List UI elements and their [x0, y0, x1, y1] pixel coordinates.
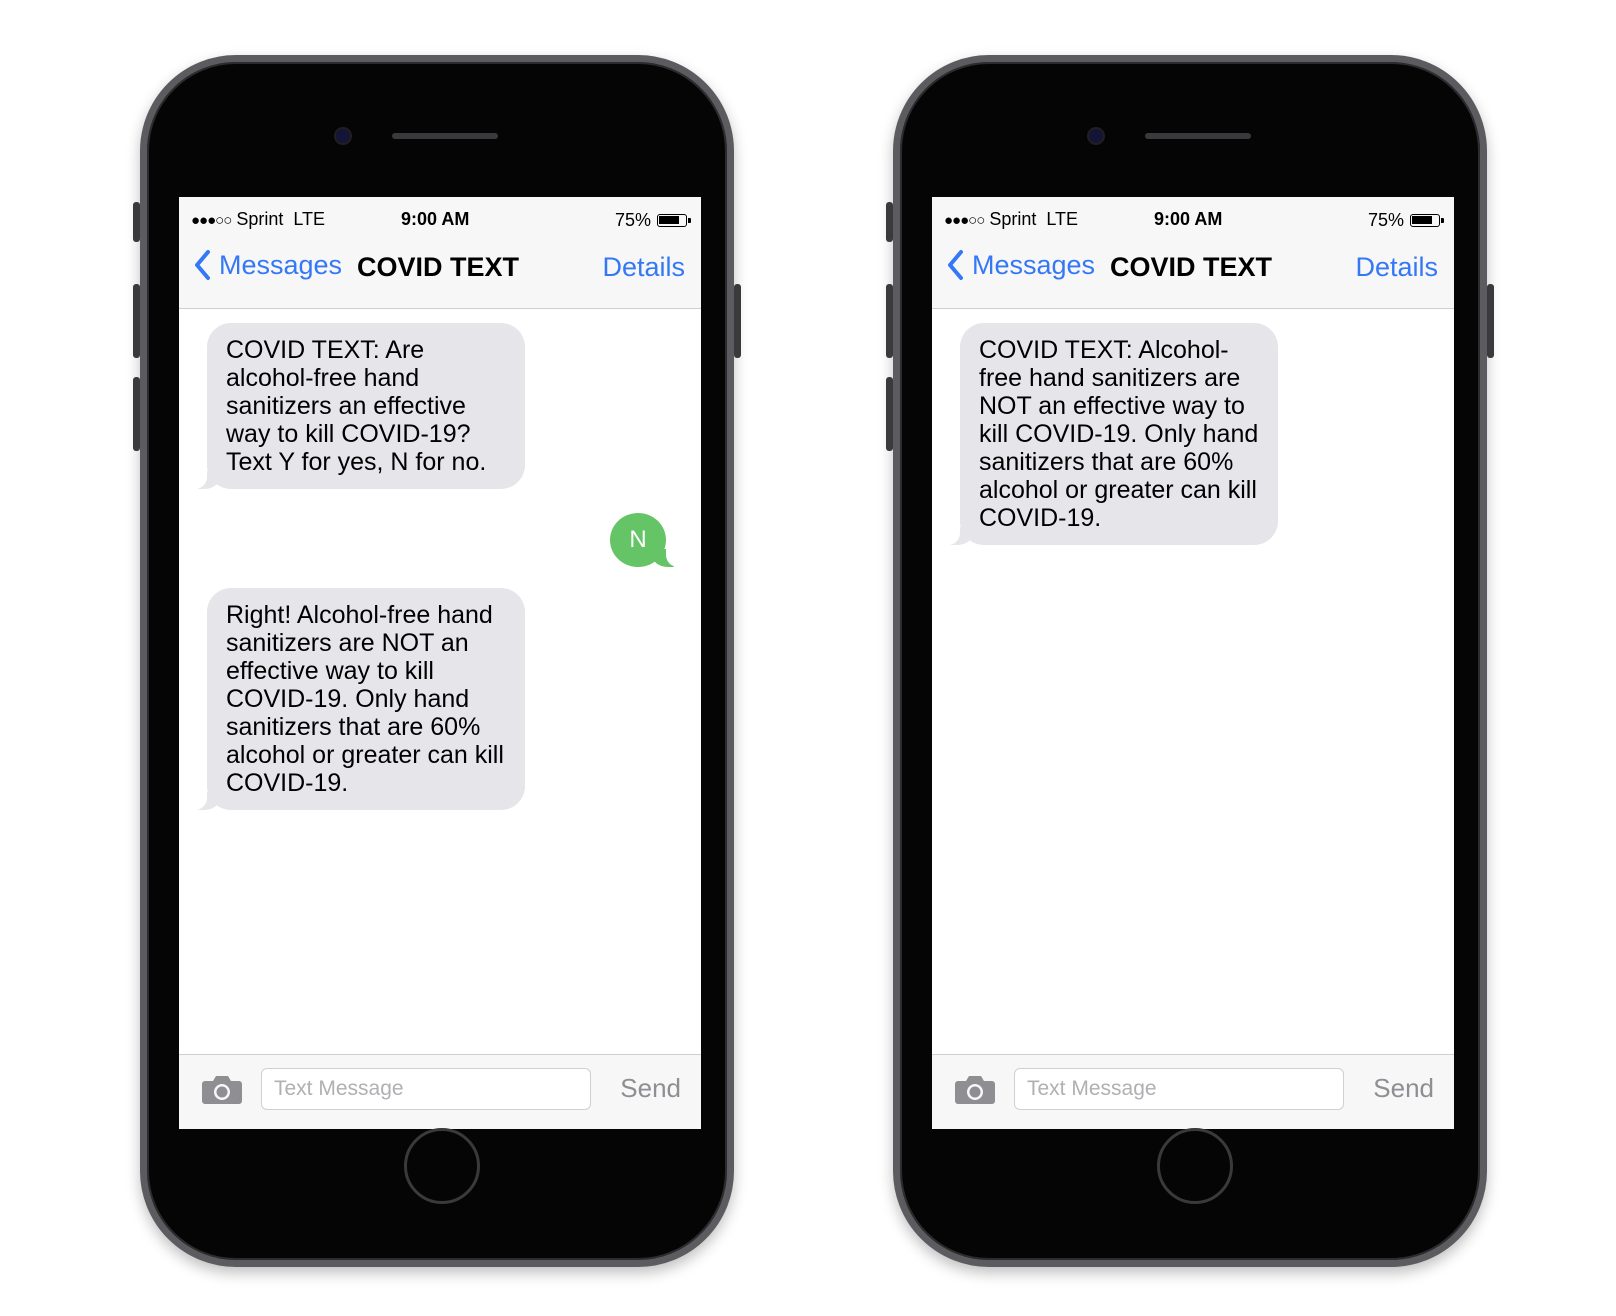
text-message-input[interactable] [261, 1068, 591, 1110]
outgoing-message: N [610, 513, 688, 567]
messages-screen: ●●●○○ Sprint LTE 9:00 AM 75% Messages CO… [932, 197, 1454, 1129]
signal-strength-icon: ●●●○○ [944, 212, 985, 229]
message-line: Right! Alcohol-free hand [226, 601, 493, 629]
power-button [1487, 284, 1494, 358]
message-line: kill COVID-19. Only hand [979, 420, 1259, 448]
battery-icon [1410, 213, 1444, 227]
back-button[interactable]: Messages [193, 249, 342, 281]
text-message-input[interactable] [1014, 1068, 1344, 1110]
network-type: LTE [293, 209, 326, 229]
phone-left: ●●●○○ Sprint LTE 9:00 AM 75% Messages CO… [133, 55, 741, 1267]
incoming-message: Right! Alcohol-free hand sanitizers are … [186, 588, 525, 810]
message-line: alcohol-free hand [226, 364, 420, 392]
message-line: sanitizers that are 60% [226, 713, 481, 741]
mute-switch [133, 202, 140, 242]
home-button[interactable] [1157, 1128, 1233, 1204]
message-line: sanitizers are NOT an [226, 629, 469, 657]
camera-icon[interactable] [954, 1073, 996, 1105]
message-line: COVID-19. [226, 769, 349, 797]
camera-icon[interactable] [201, 1073, 243, 1105]
message-line: sanitizers an effective [226, 392, 466, 420]
back-label: Messages [219, 249, 343, 280]
messages-header: ●●●○○ Sprint LTE 9:00 AM 75% Messages CO… [932, 197, 1454, 309]
status-battery: 75% [1367, 209, 1444, 231]
battery-icon [657, 213, 691, 227]
carrier-name: Sprint [989, 209, 1037, 229]
front-camera [336, 129, 350, 143]
message-line: free hand sanitizers are [979, 364, 1241, 392]
carrier-name: Sprint [236, 209, 284, 229]
phone-right: ●●●○○ Sprint LTE 9:00 AM 75% Messages CO… [886, 55, 1494, 1267]
details-button[interactable]: Details [602, 252, 685, 283]
conversation-title: COVID TEXT [1110, 252, 1273, 282]
battery-percent: 75% [1367, 209, 1404, 230]
power-button [734, 284, 741, 358]
incoming-message: COVID TEXT: Are alcohol-free hand saniti… [186, 323, 525, 489]
signal-strength-icon: ●●●○○ [191, 212, 232, 229]
volume-up-button [133, 284, 140, 358]
send-button[interactable]: Send [620, 1073, 681, 1104]
nav-bar: Messages COVID TEXT Details [932, 249, 1454, 289]
messages-header: ●●●○○ Sprint LTE 9:00 AM 75% Messages CO… [179, 197, 701, 309]
earpiece-speaker [392, 133, 498, 139]
front-camera [1089, 129, 1103, 143]
status-time: 9:00 AM [1154, 209, 1223, 229]
messages-screen: ●●●○○ Sprint LTE 9:00 AM 75% Messages CO… [179, 197, 701, 1129]
conversation-title: COVID TEXT [357, 252, 520, 282]
message-line: COVID-19. [979, 504, 1102, 532]
send-button[interactable]: Send [1373, 1073, 1434, 1104]
message-line: way to kill COVID-19? [226, 420, 471, 448]
message-line: sanitizers that are 60% [979, 448, 1234, 476]
battery-percent: 75% [614, 209, 651, 230]
message-line: alcohol or greater can kill [226, 741, 504, 769]
chevron-left-icon [195, 250, 210, 280]
nav-bar: Messages COVID TEXT Details [179, 249, 701, 289]
chevron-left-icon [948, 250, 963, 280]
network-type: LTE [1046, 209, 1079, 229]
volume-up-button [886, 284, 893, 358]
message-text: N [629, 526, 647, 553]
status-carrier: ●●●○○ Sprint LTE [191, 209, 325, 231]
message-line: alcohol or greater can kill [979, 476, 1257, 504]
mute-switch [886, 202, 893, 242]
details-button[interactable]: Details [1355, 252, 1438, 283]
message-line: effective way to kill [226, 657, 434, 685]
status-carrier: ●●●○○ Sprint LTE [944, 209, 1078, 231]
message-line: COVID-19. Only hand [226, 685, 470, 713]
home-button[interactable] [404, 1128, 480, 1204]
message-line: COVID TEXT: Alcohol- [979, 336, 1229, 364]
earpiece-speaker [1145, 133, 1251, 139]
message-line: Text Y for yes, N for no. [226, 448, 487, 476]
volume-down-button [886, 377, 893, 451]
compose-bar: Send [179, 1054, 701, 1129]
status-battery: 75% [614, 209, 691, 231]
message-line: COVID TEXT: Are [226, 336, 425, 364]
message-line: NOT an effective way to [979, 392, 1245, 420]
volume-down-button [133, 377, 140, 451]
compose-bar: Send [932, 1054, 1454, 1129]
status-time: 9:00 AM [401, 209, 470, 229]
back-button[interactable]: Messages [946, 249, 1095, 281]
incoming-message: COVID TEXT: Alcohol- free hand sanitizer… [939, 323, 1278, 545]
back-label: Messages [972, 249, 1096, 280]
